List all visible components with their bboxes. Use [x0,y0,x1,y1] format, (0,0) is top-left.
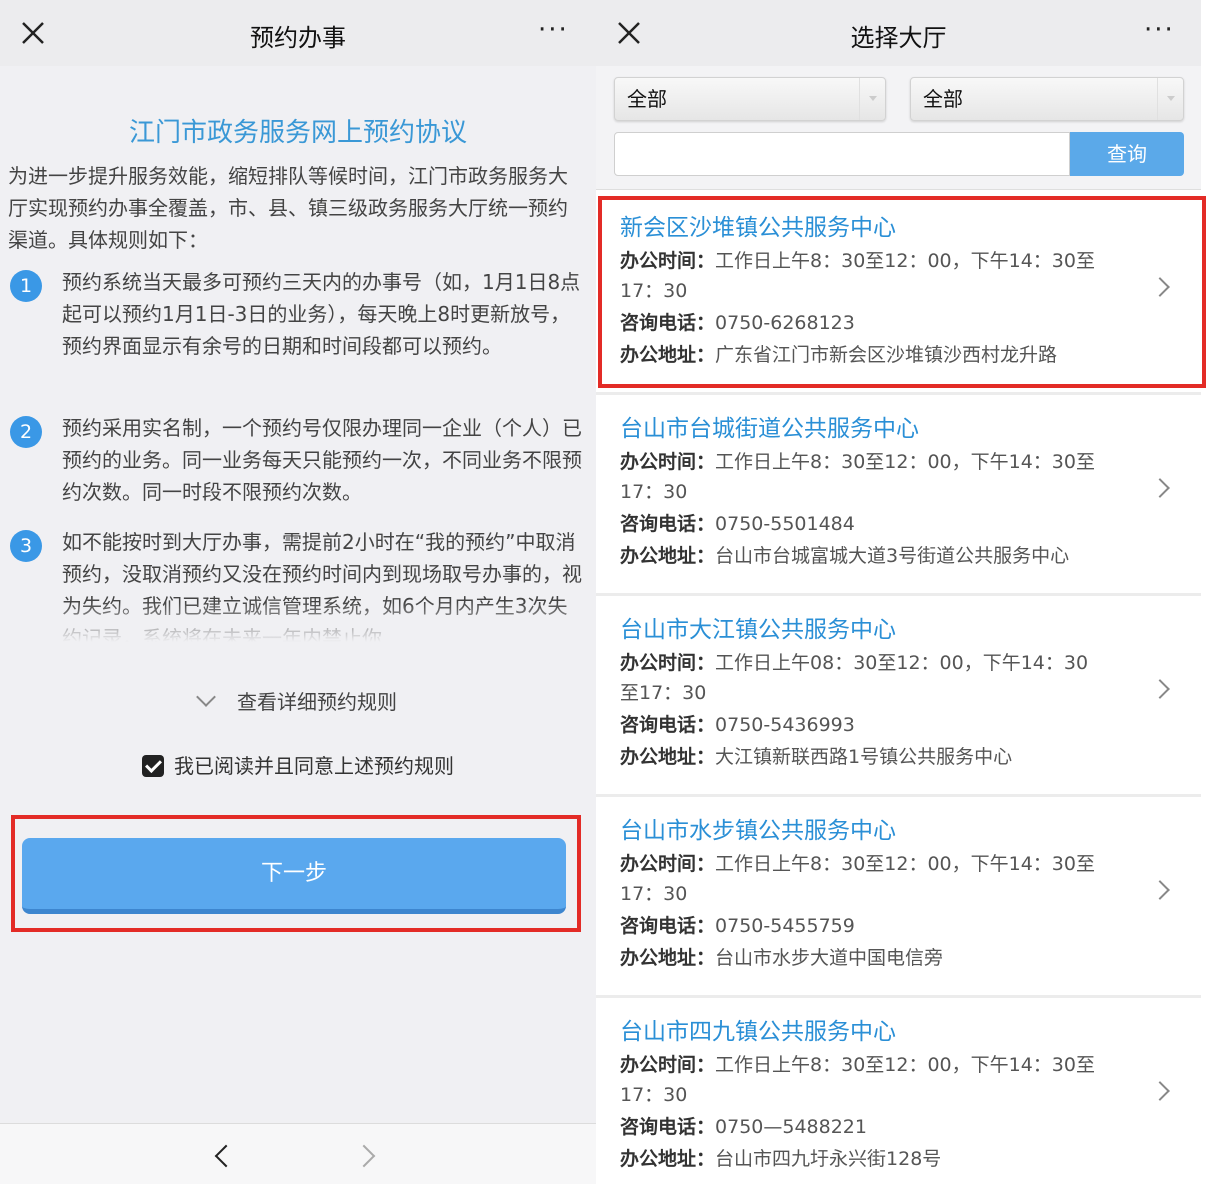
hall-name: 台山市四九镇公共服务中心 [620,1019,896,1045]
phone-label: 咨询电话： [620,714,716,736]
subregion-select-value: 全部 [923,87,963,111]
more-icon[interactable]: ··· [1144,15,1175,45]
phone-label: 咨询电话： [620,1116,716,1138]
hall-list-item[interactable]: 台山市大江镇公共服务中心 办公时间：工作日上午08：30至12：00，下午14：… [596,596,1201,797]
hours-label: 办公时间： [620,1054,716,1076]
rule-number-badge: 1 [10,270,42,302]
next-step-button[interactable]: 下一步 [22,838,566,914]
hall-name: 台山市大江镇公共服务中心 [620,617,896,643]
phone-label: 咨询电话： [620,513,716,535]
hall-hours: 工作日上午8：30至12：00，下午14：30至 [715,451,1095,473]
hall-list-item[interactable]: 台山市水步镇公共服务中心 办公时间：工作日上午8：30至12：00，下午14：3… [596,797,1201,998]
agreement-panel: 预约办事 ··· 江门市政务服务网上预约协议 为进一步提升服务效能，缩短排队等候… [0,0,596,1184]
hall-hours: 工作日上午08：30至12：00，下午14：30 [715,652,1089,674]
checkbox-checked-icon[interactable] [142,755,164,777]
address-label: 办公地址： [620,1148,716,1170]
hall-phone: 0750-5436993 [715,714,855,736]
hall-name: 台山市台城街道公共服务中心 [620,416,919,442]
rule-text: 预约采用实名制，一个预约号仅限办理同一企业（个人）已预约的业务。同一业务每天只能… [62,416,582,504]
rule-item-2: 2 预约采用实名制，一个预约号仅限办理同一企业（个人）已预约的业务。同一业务每天… [8,412,582,508]
hall-hours-cont: 17：30 [620,481,688,503]
hall-name: 台山市水步镇公共服务中心 [620,818,896,844]
hall-address: 台山市台城富城大道3号街道公共服务中心 [715,545,1070,567]
subregion-select[interactable]: 全部 [910,77,1184,121]
rule-number-badge: 3 [10,530,42,562]
region-select[interactable]: 全部 [614,77,886,121]
dropdown-arrow-icon [859,78,885,120]
agree-checkbox-row[interactable]: 我已阅读并且同意上述预约规则 [0,750,596,779]
more-icon[interactable]: ··· [538,15,569,45]
agreement-header: 预约办事 ··· [0,0,596,66]
chevron-down-icon [196,687,216,707]
hall-address: 大江镇新联西路1号镇公共服务中心 [715,746,1013,768]
rule-item-1: 1 预约系统当天最多可预约三天内的办事号（如，1月1日8点起可以预约1月1日-3… [8,266,582,394]
hall-hours-cont: 17：30 [620,1084,688,1106]
address-label: 办公地址： [620,545,716,567]
hall-select-header: 选择大厅 ··· [596,0,1201,66]
hall-list-item[interactable]: 台山市四九镇公共服务中心 办公时间：工作日上午8：30至12：00，下午14：3… [596,998,1201,1184]
view-detailed-rules-link[interactable]: 查看详细预约规则 [0,686,596,715]
hall-address: 台山市四九圩永兴街128号 [715,1148,942,1170]
hall-phone: 0750-5501484 [715,513,855,535]
page-title: 预约办事 [250,24,346,52]
dropdown-arrow-icon [1157,78,1183,120]
query-button[interactable]: 查询 [1070,132,1184,176]
chevron-right-icon [1150,1081,1170,1101]
region-select-value: 全部 [627,87,667,111]
detail-link-label: 查看详细预约规则 [237,690,397,714]
agreement-title: 江门市政务服务网上预约协议 [128,118,467,148]
page-title: 选择大厅 [850,24,947,52]
highlight-box [598,196,1206,388]
hours-label: 办公时间： [620,451,716,473]
search-input[interactable] [614,132,1070,176]
hours-label: 办公时间： [620,853,716,875]
rule-item-3: 3 如不能按时到大厅办事，需提前2小时在“我的预约”中取消预约，没取消预约又没在… [8,524,582,642]
hall-hours: 工作日上午8：30至12：00，下午14：30至 [715,1054,1095,1076]
rule-number-badge: 2 [10,416,42,448]
hours-label: 办公时间： [620,652,716,674]
hall-phone: 0750-5455759 [715,915,855,937]
hall-phone: 0750—5488221 [715,1116,867,1138]
rule-text: 预约系统当天最多可预约三天内的办事号（如，1月1日8点起可以预约1月1日-3日的… [62,270,581,358]
hall-hours: 工作日上午8：30至12：00，下午14：30至 [715,853,1095,875]
browser-toolbar [0,1123,596,1184]
agreement-intro: 为进一步提升服务效能，缩短排队等候时间，江门市政务服务大厅实现预约办事全覆盖，市… [8,164,568,252]
hall-address: 台山市水步大道中国电信旁 [715,947,944,969]
hall-list-item[interactable]: 台山市台城街道公共服务中心 办公时间：工作日上午8：30至12：00，下午14：… [596,395,1201,596]
address-label: 办公地址： [620,746,716,768]
hall-select-panel: 选择大厅 ··· 全部 全部 查询 新会区沙堆镇公共服务中心 办公时间：工作日上… [596,0,1201,1184]
hall-hours-cont: 17：30 [620,883,688,905]
agree-label: 我已阅读并且同意上述预约规则 [174,754,454,778]
filter-bar: 全部 全部 查询 [596,66,1201,190]
forward-arrow-icon[interactable] [352,1144,376,1168]
chevron-right-icon [1150,880,1170,900]
hall-hours-cont: 至17：30 [620,682,707,704]
phone-label: 咨询电话： [620,915,716,937]
chevron-right-icon [1150,679,1170,699]
text-fade-overlay [8,602,582,642]
chevron-right-icon [1150,478,1170,498]
back-arrow-icon[interactable] [214,1144,238,1168]
address-label: 办公地址： [620,947,716,969]
